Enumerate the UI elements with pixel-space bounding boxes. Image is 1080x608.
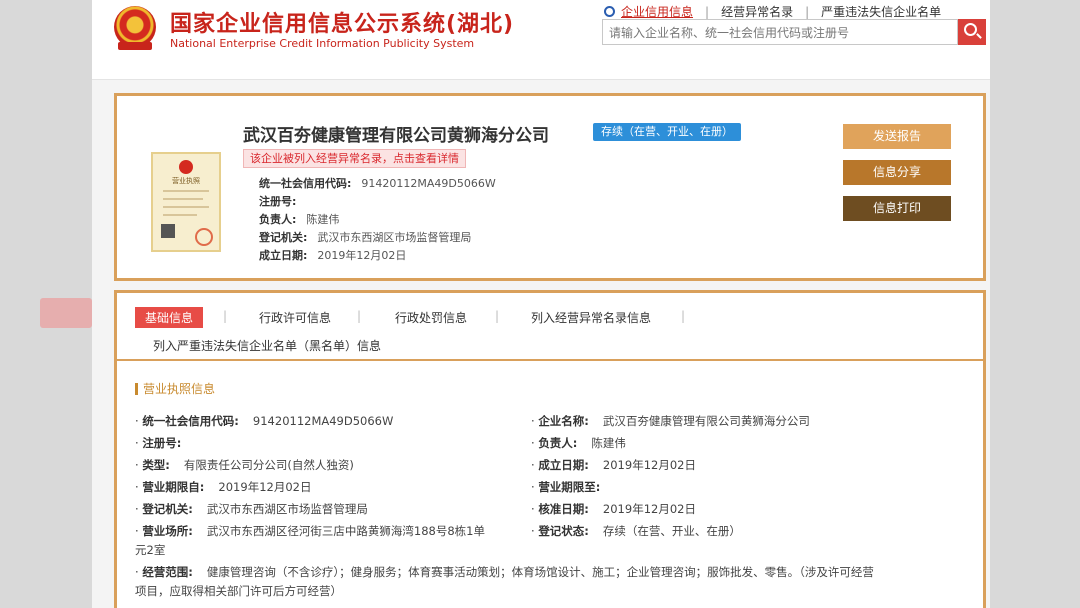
company-summary-card: 营业执照 武汉百夯健康管理有限公司黄狮海分公司 存续（在营、开业、在册） 该企业… bbox=[114, 93, 986, 281]
section-title: 营业执照信息 bbox=[135, 383, 215, 395]
field-established-date: 成立日期: 2019年12月02日 bbox=[259, 249, 407, 262]
nav-separator: | bbox=[705, 4, 710, 19]
search-input[interactable]: 请输入企业名称、统一社会信用代码或注册号 bbox=[602, 19, 958, 45]
search-button[interactable] bbox=[958, 19, 986, 45]
print-info-button[interactable]: 信息打印 bbox=[843, 196, 951, 221]
nav-separator: | bbox=[805, 4, 810, 19]
page: 国家企业信用信息公示系统(湖北) National Enterprise Cre… bbox=[92, 0, 990, 608]
info-company-name: · 企业名称: 武汉百夯健康管理有限公司黄狮海分公司 bbox=[531, 414, 810, 428]
info-established-date: · 成立日期: 2019年12月02日 bbox=[531, 458, 696, 472]
share-info-button[interactable]: 信息分享 bbox=[843, 160, 951, 185]
info-type: · 类型: 有限责任公司分公司(自然人独资) bbox=[135, 458, 354, 472]
info-term-from: · 营业期限自: 2019年12月02日 bbox=[135, 480, 312, 494]
left-backdrop bbox=[0, 0, 92, 608]
info-reg-authority: · 登记机关: 武汉市东西湖区市场监督管理局 bbox=[135, 502, 368, 516]
info-business-address: · 营业场所: 武汉市东西湖区径河街三店中路黄狮海湾188号8栋1单 bbox=[135, 524, 486, 538]
info-reg-status: · 登记状态: 存续（在营、开业、在册） bbox=[531, 524, 741, 538]
magnifier-handle bbox=[976, 33, 982, 39]
send-report-button[interactable]: 发送报告 bbox=[843, 124, 951, 149]
nav-link-abnormal-list[interactable]: 经营异常名录 bbox=[721, 3, 793, 20]
site-subtitle: National Enterprise Credit Information P… bbox=[170, 37, 475, 50]
tab-blacklist[interactable]: 列入严重违法失信企业名单（黑名单）信息 bbox=[153, 337, 381, 354]
info-reg-number: · 注册号: bbox=[135, 436, 182, 450]
info-business-scope: · 经营范围: 健康管理咨询（不含诊疗）；健身服务；体育赛事活动策划；体育场馆设计… bbox=[135, 565, 874, 579]
tab-admin-license[interactable]: 行政许可信息 bbox=[259, 309, 331, 326]
seal-icon bbox=[195, 228, 213, 246]
license-title: 营业执照 bbox=[172, 177, 200, 185]
abnormal-list-warning[interactable]: 该企业被列入经营异常名录，点击查看详情 bbox=[243, 149, 466, 168]
license-text-line bbox=[163, 190, 209, 192]
info-term-to: · 营业期限至: bbox=[531, 480, 601, 494]
site-header: 国家企业信用信息公示系统(湖北) National Enterprise Cre… bbox=[92, 0, 990, 80]
field-credit-code: 统一社会信用代码: 91420112MA49D5066W bbox=[259, 177, 496, 190]
field-reg-number: 注册号: bbox=[259, 195, 297, 208]
nav-link-blacklist[interactable]: 严重违法失信企业名单 bbox=[821, 3, 941, 20]
tab-separator: | bbox=[357, 309, 362, 323]
site-title: 国家企业信用信息公示系统(湖北) bbox=[170, 12, 515, 37]
tab-admin-penalty[interactable]: 行政处罚信息 bbox=[395, 309, 467, 326]
search-icon bbox=[604, 6, 615, 17]
info-approval-date: · 核准日期: 2019年12月02日 bbox=[531, 502, 696, 516]
license-text-line bbox=[163, 214, 197, 216]
info-panel: 基础信息 | 行政许可信息 | 行政处罚信息 | 列入经营异常名录信息 | 列入… bbox=[114, 290, 986, 608]
license-text-line bbox=[163, 206, 209, 208]
tab-abnormal-list[interactable]: 列入经营异常名录信息 bbox=[531, 309, 651, 326]
right-backdrop bbox=[990, 0, 1080, 608]
info-principal: · 负责人: 陈建伟 bbox=[531, 436, 626, 450]
nav-link-credit-info[interactable]: 企业信用信息 bbox=[621, 3, 693, 20]
field-reg-authority: 登记机关: 武汉市东西湖区市场监督管理局 bbox=[259, 231, 472, 244]
company-name: 武汉百夯健康管理有限公司黄狮海分公司 bbox=[243, 126, 549, 146]
license-text-line bbox=[163, 198, 203, 200]
field-principal: 负责人: 陈建伟 bbox=[259, 213, 340, 226]
tabs-divider bbox=[117, 359, 983, 361]
qr-code-icon bbox=[161, 224, 175, 238]
info-credit-code: · 统一社会信用代码: 91420112MA49D5066W bbox=[135, 414, 394, 428]
national-emblem-base bbox=[118, 42, 152, 50]
tab-separator: | bbox=[681, 309, 686, 323]
info-business-scope-cont: 项目，应取得相关部门许可后方可经营） bbox=[135, 584, 342, 598]
business-license-thumbnail[interactable]: 营业执照 bbox=[151, 152, 221, 252]
tab-separator: | bbox=[495, 309, 500, 323]
tab-basic-info[interactable]: 基础信息 bbox=[135, 307, 204, 328]
blurred-backdrop-tab bbox=[40, 298, 92, 328]
info-business-address-cont: 元2室 bbox=[135, 543, 166, 557]
top-nav: 企业信用信息 | 经营异常名录 | 严重违法失信企业名单 bbox=[604, 3, 941, 20]
status-badge: 存续（在营、开业、在册） bbox=[593, 123, 741, 141]
license-emblem-icon bbox=[179, 160, 193, 174]
tab-separator: | bbox=[223, 309, 228, 323]
